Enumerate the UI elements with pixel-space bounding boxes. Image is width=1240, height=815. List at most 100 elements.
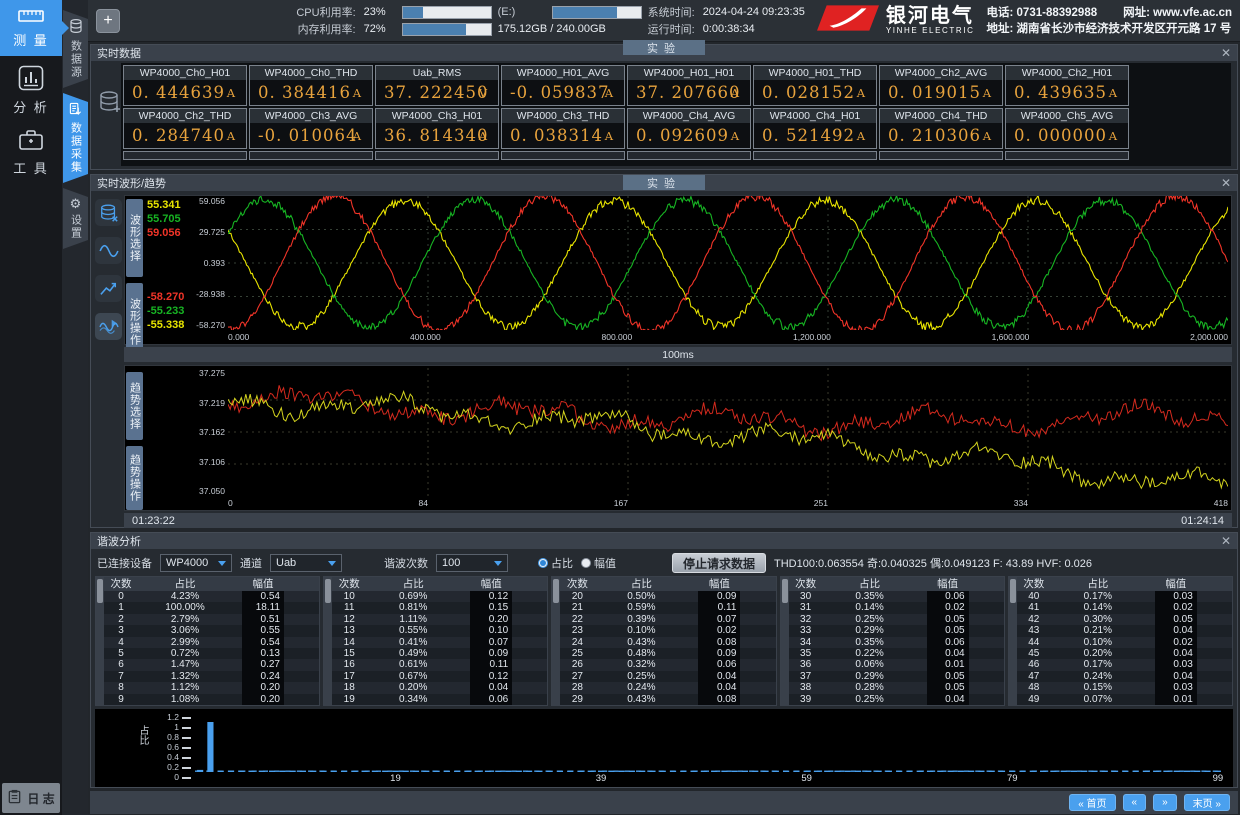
trend-line-icon[interactable] [95, 275, 122, 302]
ratio-radio[interactable]: 占比 [538, 555, 573, 571]
sine-wave-icon[interactable] [95, 237, 122, 264]
tile-value: 0. 092609A [628, 123, 750, 148]
scrollbar-thumb[interactable] [97, 579, 103, 603]
harmonic-row: 170.67%0.12 [332, 671, 547, 682]
sidebar-item-analysis[interactable]: 分 析 [0, 62, 62, 118]
pagination-next-button[interactable]: » [1153, 794, 1177, 811]
order-select[interactable]: 100 [436, 554, 508, 572]
multi-wave-icon[interactable] [95, 313, 122, 340]
trend-start-time: 01:23:22 [132, 515, 175, 527]
tile-name: WP4000_Ch4_H01 [754, 109, 876, 123]
harmonic-row: 470.24%0.04 [1017, 671, 1232, 682]
close-icon[interactable]: ✕ [1221, 47, 1231, 59]
harmonic-row: 350.22%0.04 [789, 648, 1004, 659]
channel-select[interactable]: Uab [270, 554, 342, 572]
systime-label: 系统时间: [648, 4, 695, 20]
clipped-tile [375, 151, 499, 160]
tile-value: -0. 010064A [250, 123, 372, 148]
database-add-icon[interactable] [97, 89, 124, 116]
cpu-value: 23% [364, 6, 394, 18]
measurement-tile: WP4000_Ch4_AVG0. 092609A [627, 108, 751, 149]
close-icon[interactable]: ✕ [1221, 177, 1231, 189]
scrollbar-thumb[interactable] [553, 579, 559, 603]
table-scrollbar[interactable] [781, 577, 789, 705]
pagination-last-button[interactable]: 末页 » [1184, 794, 1230, 811]
tile-value: 36. 814340A [376, 123, 498, 148]
tab-settings[interactable]: ⚙ 设置 [63, 188, 88, 249]
channel-label: 通道 [240, 555, 262, 571]
order-label: 谐波次数 [384, 555, 428, 571]
axis-tick-label: 1.2 [167, 712, 191, 722]
scrollbar-thumb[interactable] [782, 579, 788, 603]
panel-header: 谐波分析 ✕ [91, 533, 1237, 549]
measurement-tile: WP4000_Ch0_H010. 444639A [123, 65, 247, 106]
table-scrollbar[interactable] [552, 577, 560, 705]
harmonic-row: 121.11%0.20 [332, 614, 547, 625]
pagination-prev-button[interactable]: « [1123, 794, 1147, 811]
harmonic-row: 42.99%0.54 [104, 637, 319, 648]
sidebar: 测 量 分 析 工 具 日 志 [0, 0, 62, 815]
tile-name: WP4000_Ch3_AVG [250, 109, 372, 123]
add-button[interactable]: + [96, 9, 120, 33]
trend-y-axis: 37.27537.21937.16237.10637.050 [183, 368, 225, 496]
table-scrollbar[interactable] [324, 577, 332, 705]
close-icon[interactable]: ✕ [1221, 535, 1231, 547]
harmonic-row: 110.81%0.15 [332, 602, 547, 613]
pagination-bar: « 首页 « » 末页 » [90, 791, 1238, 814]
stop-request-button[interactable]: 停止请求数据 [672, 553, 766, 573]
tile-unit: A [983, 129, 992, 143]
tile-unit: A [983, 86, 992, 100]
experiment-tab-wave[interactable]: 实验 [623, 175, 705, 190]
measurement-tile: WP4000_Ch3_AVG-0. 010064A [249, 108, 373, 149]
experiment-tab-top[interactable]: 实验 [623, 40, 705, 55]
pagination-first-button[interactable]: « 首页 [1069, 794, 1115, 811]
clipboard-icon [7, 789, 22, 807]
harmonic-row: 1100.00%18.11 [104, 602, 319, 613]
harmonic-row: 81.12%0.20 [104, 682, 319, 693]
bar-plot [195, 712, 1223, 772]
trend-time-strip: 01:23:22 01:24:14 [124, 513, 1232, 528]
tile-value: 0. 028152A [754, 80, 876, 105]
axis-tick-label: 99 [1213, 773, 1224, 784]
sidebar-item-measure[interactable]: 测 量 [0, 0, 62, 56]
harmonic-row: 280.24%0.04 [560, 682, 775, 693]
trend-operate-tab[interactable]: 趋势操作 [126, 446, 143, 510]
scrollbar-thumb[interactable] [325, 579, 331, 603]
table-header-row: 次数占比幅值 [789, 577, 1004, 591]
harmonic-row: 100.69%0.12 [332, 591, 547, 602]
tab-label: 设置 [68, 214, 84, 240]
tile-unit: A [227, 86, 236, 100]
harmonic-row: 50.72%0.13 [104, 648, 319, 659]
harmonic-row: 290.43%0.08 [560, 694, 775, 705]
harmonic-tables: 次数占比幅值04.23%0.541100.00%18.1122.79%0.513… [95, 576, 1233, 706]
sidebar-item-tools[interactable]: 工 具 [0, 124, 62, 180]
scrollbar-thumb[interactable] [1010, 579, 1016, 603]
tile-name: WP4000_Ch3_THD [502, 109, 624, 123]
tab-data-acquisition[interactable]: 数据采集 [63, 93, 88, 183]
table-scrollbar[interactable] [1009, 577, 1017, 705]
device-select[interactable]: WP4000 [160, 554, 232, 572]
amplitude-radio[interactable]: 幅值 [581, 555, 616, 571]
harmonic-row: 71.32%0.24 [104, 671, 319, 682]
chevron-down-icon [494, 561, 502, 566]
axis-tick-label: 0.6 [167, 742, 191, 752]
harmonic-row: 440.10%0.02 [1017, 637, 1232, 648]
trend-select-tab[interactable]: 趋势选择 [126, 372, 143, 440]
sidebar-item-label: 工 具 [13, 158, 49, 177]
harmonic-row: 340.35%0.06 [789, 637, 1004, 648]
measurement-tile: WP4000_Ch5_AVG0. 000000A [1005, 108, 1129, 149]
table-scrollbar[interactable] [96, 577, 104, 705]
tile-name: WP4000_Ch2_AVG [880, 66, 1002, 80]
harmonic-row: 310.14%0.02 [789, 602, 1004, 613]
tile-unit: A [353, 86, 362, 100]
harmonic-row: 190.34%0.06 [332, 694, 547, 705]
datasource-database-icon[interactable] [95, 199, 122, 226]
harmonic-controls: 已连接设备 WP4000 通道 Uab 谐波次数 100 占比 幅值 停止请求数… [97, 552, 1231, 574]
device-label: 已连接设备 [97, 555, 152, 571]
wave-select-tab[interactable]: 波形选择 [126, 199, 143, 277]
trend-chart-area: 趋势选择 趋势操作 37.27537.21937.16237.10637.050… [124, 365, 1232, 511]
address: 湖南省长沙市经济技术开发区开元路 17 号 [1017, 23, 1232, 35]
systime-value: 2024-04-24 09:23:35 [703, 6, 805, 18]
harmonic-row: 330.29%0.05 [789, 625, 1004, 636]
log-button[interactable]: 日 志 [2, 783, 60, 813]
